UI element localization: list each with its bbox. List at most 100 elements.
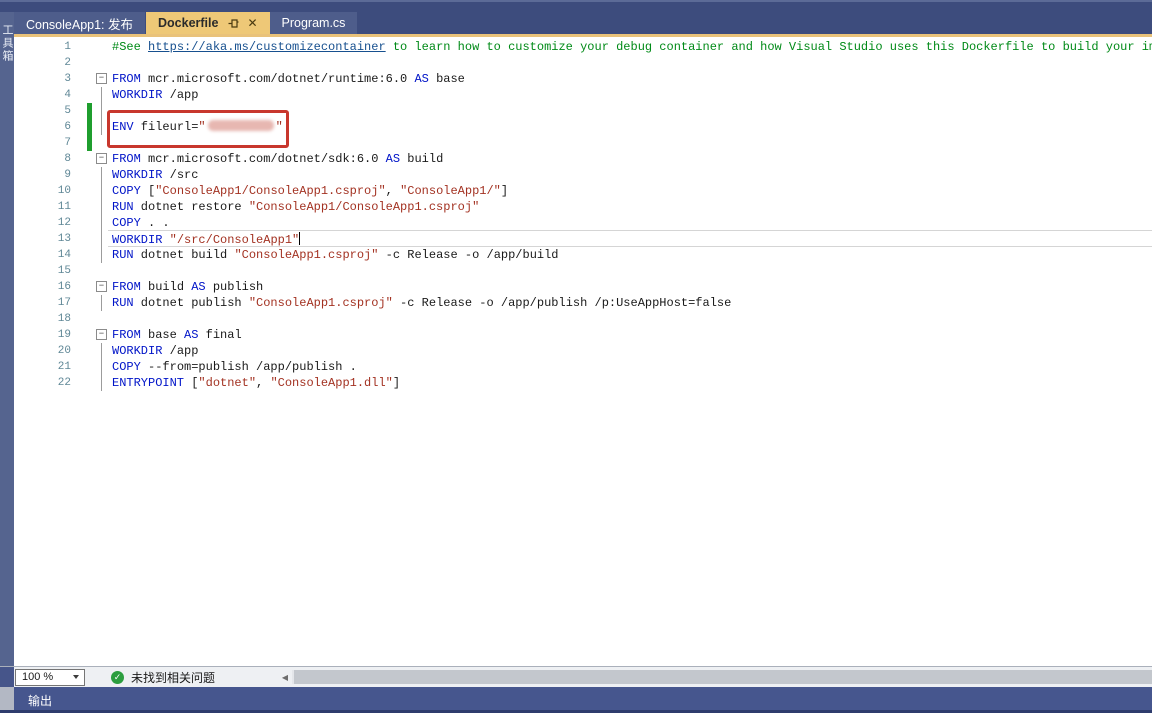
code-token: WORKDIR bbox=[112, 168, 162, 182]
output-panel-header[interactable]: 输出 bbox=[0, 687, 1152, 713]
code-text[interactable]: FROM base AS final bbox=[112, 328, 242, 342]
code-editor[interactable]: 1#See https://aka.ms/customizecontainer … bbox=[14, 37, 1152, 667]
tab-program-cs[interactable]: Program.cs bbox=[270, 12, 358, 34]
code-text[interactable]: WORKDIR "/src/ConsoleApp1" bbox=[112, 232, 300, 247]
code-text[interactable]: WORKDIR /app bbox=[112, 88, 198, 102]
code-line[interactable]: 19−FROM base AS final bbox=[14, 327, 1152, 343]
code-line[interactable]: 10COPY ["ConsoleApp1/ConsoleApp1.csproj"… bbox=[14, 183, 1152, 199]
line-number: 14 bbox=[14, 249, 71, 261]
outlining-margin bbox=[89, 215, 112, 231]
change-margin bbox=[71, 55, 89, 71]
code-token: AS bbox=[414, 72, 428, 86]
code-line[interactable]: 12 COPY . . bbox=[14, 215, 1152, 231]
code-text[interactable]: WORKDIR /app bbox=[112, 344, 198, 358]
zoom-level-dropdown[interactable]: 100 % bbox=[15, 669, 85, 686]
code-text[interactable]: FROM mcr.microsoft.com/dotnet/sdk:6.0 AS… bbox=[112, 152, 443, 166]
outline-guide-line bbox=[101, 87, 102, 103]
outline-guide-line bbox=[101, 359, 102, 375]
code-token: COPY bbox=[112, 216, 141, 230]
outlining-margin bbox=[89, 39, 112, 55]
line-number: 16 bbox=[14, 281, 71, 293]
code-text[interactable]: COPY ["ConsoleApp1/ConsoleApp1.csproj", … bbox=[112, 184, 508, 198]
chevron-down-icon bbox=[73, 675, 79, 679]
scrollbar-thumb[interactable] bbox=[294, 670, 1152, 684]
code-token: dotnet publish bbox=[134, 296, 249, 310]
editor-status-bar: 100 % ✓ 未找到相关问题 ◀ bbox=[0, 666, 1152, 687]
tab-label: Dockerfile bbox=[158, 16, 218, 30]
code-text[interactable]: COPY . . bbox=[112, 216, 170, 230]
scrollbar-track[interactable] bbox=[292, 670, 1152, 684]
fold-toggle-icon[interactable]: − bbox=[96, 153, 107, 164]
change-margin bbox=[71, 119, 89, 135]
outlining-margin bbox=[89, 295, 112, 311]
code-line[interactable]: 20WORKDIR /app bbox=[14, 343, 1152, 359]
code-text[interactable]: #See https://aka.ms/customizecontainer t… bbox=[112, 40, 1152, 54]
outlining-margin: − bbox=[89, 151, 112, 167]
change-margin bbox=[71, 39, 89, 55]
change-margin bbox=[71, 199, 89, 215]
code-line[interactable]: 15 bbox=[14, 263, 1152, 279]
outlining-margin bbox=[89, 247, 112, 263]
code-text[interactable]: ENTRYPOINT ["dotnet", "ConsoleApp1.dll"] bbox=[112, 376, 400, 390]
horizontal-scrollbar[interactable]: ◀ bbox=[278, 668, 1152, 686]
change-margin bbox=[71, 103, 89, 119]
code-text[interactable]: COPY --from=publish /app/publish . bbox=[112, 360, 357, 374]
code-line[interactable]: 17RUN dotnet publish "ConsoleApp1.csproj… bbox=[14, 295, 1152, 311]
code-text[interactable]: RUN dotnet restore "ConsoleApp1/ConsoleA… bbox=[112, 200, 479, 214]
outline-guide-line bbox=[101, 167, 102, 183]
tab-consoleapp1-publish[interactable]: ConsoleApp1: 发布 bbox=[14, 12, 145, 34]
code-line[interactable]: 16 −FROM build AS publish bbox=[14, 279, 1152, 295]
pin-icon[interactable] bbox=[228, 18, 239, 29]
code-line[interactable]: 22ENTRYPOINT ["dotnet", "ConsoleApp1.dll… bbox=[14, 375, 1152, 391]
output-panel-title[interactable]: 输出 bbox=[28, 692, 52, 709]
outlining-margin bbox=[89, 343, 112, 359]
code-line[interactable]: 8−FROM mcr.microsoft.com/dotnet/sdk:6.0 … bbox=[14, 151, 1152, 167]
code-line[interactable]: 4WORKDIR /app bbox=[14, 87, 1152, 103]
highlight-red-box bbox=[107, 110, 289, 148]
code-token: ] bbox=[501, 184, 508, 198]
code-text[interactable]: RUN dotnet build "ConsoleApp1.csproj" -c… bbox=[112, 248, 559, 262]
change-margin bbox=[71, 87, 89, 103]
code-token: final bbox=[198, 328, 241, 342]
outlining-margin bbox=[89, 87, 112, 103]
code-token: mcr.microsoft.com/dotnet/runtime:6.0 bbox=[141, 72, 415, 86]
code-token: . . bbox=[141, 216, 170, 230]
document-health-indicator[interactable]: ✓ 未找到相关问题 bbox=[111, 669, 215, 686]
code-line[interactable]: 14 RUN dotnet build "ConsoleApp1.csproj" … bbox=[14, 247, 1152, 263]
code-line[interactable]: 18 bbox=[14, 311, 1152, 327]
code-text[interactable]: FROM build AS publish bbox=[112, 280, 263, 294]
code-token: "ConsoleApp1/" bbox=[400, 184, 501, 198]
code-line[interactable]: 1#See https://aka.ms/customizecontainer … bbox=[14, 39, 1152, 55]
line-number: 2 bbox=[14, 57, 71, 69]
document-tab-bar: ConsoleApp1: 发布 Dockerfile ✕ Program.cs bbox=[14, 12, 1152, 34]
change-margin bbox=[71, 279, 89, 295]
line-number: 11 bbox=[14, 201, 71, 213]
code-line[interactable]: 6ENV fileurl="" bbox=[14, 119, 1152, 135]
close-icon[interactable]: ✕ bbox=[247, 16, 257, 30]
code-line[interactable]: 11 RUN dotnet restore "ConsoleApp1/Consol… bbox=[14, 199, 1152, 215]
code-token: COPY bbox=[112, 360, 141, 374]
scroll-left-arrow-icon[interactable]: ◀ bbox=[278, 673, 292, 682]
code-token: https://aka.ms/customizecontainer bbox=[148, 40, 386, 54]
code-token: WORKDIR bbox=[112, 344, 162, 358]
line-number: 12 bbox=[14, 217, 71, 229]
status-left-edge bbox=[0, 667, 14, 687]
toolbox-side-strip[interactable]: 工具箱 bbox=[0, 12, 14, 687]
panel-corner bbox=[0, 687, 14, 710]
code-line[interactable]: 21COPY --from=publish /app/publish . bbox=[14, 359, 1152, 375]
code-line[interactable]: 3−FROM mcr.microsoft.com/dotnet/runtime:… bbox=[14, 71, 1152, 87]
outline-guide-line bbox=[101, 295, 102, 311]
fold-toggle-icon[interactable]: − bbox=[96, 281, 107, 292]
fold-toggle-icon[interactable]: − bbox=[96, 73, 107, 84]
toolbox-vertical-label[interactable]: 工具箱 bbox=[0, 24, 14, 63]
code-token: publish bbox=[206, 280, 264, 294]
code-line[interactable]: 13WORKDIR "/src/ConsoleApp1" bbox=[14, 231, 1152, 247]
code-text[interactable]: WORKDIR /src bbox=[112, 168, 198, 182]
code-line[interactable]: 2 bbox=[14, 55, 1152, 71]
code-text[interactable]: FROM mcr.microsoft.com/dotnet/runtime:6.… bbox=[112, 72, 465, 86]
code-token: base bbox=[141, 328, 184, 342]
tab-dockerfile[interactable]: Dockerfile ✕ bbox=[146, 12, 270, 34]
fold-toggle-icon[interactable]: − bbox=[96, 329, 107, 340]
code-line[interactable]: 9WORKDIR /src bbox=[14, 167, 1152, 183]
code-text[interactable]: RUN dotnet publish "ConsoleApp1.csproj" … bbox=[112, 296, 731, 310]
